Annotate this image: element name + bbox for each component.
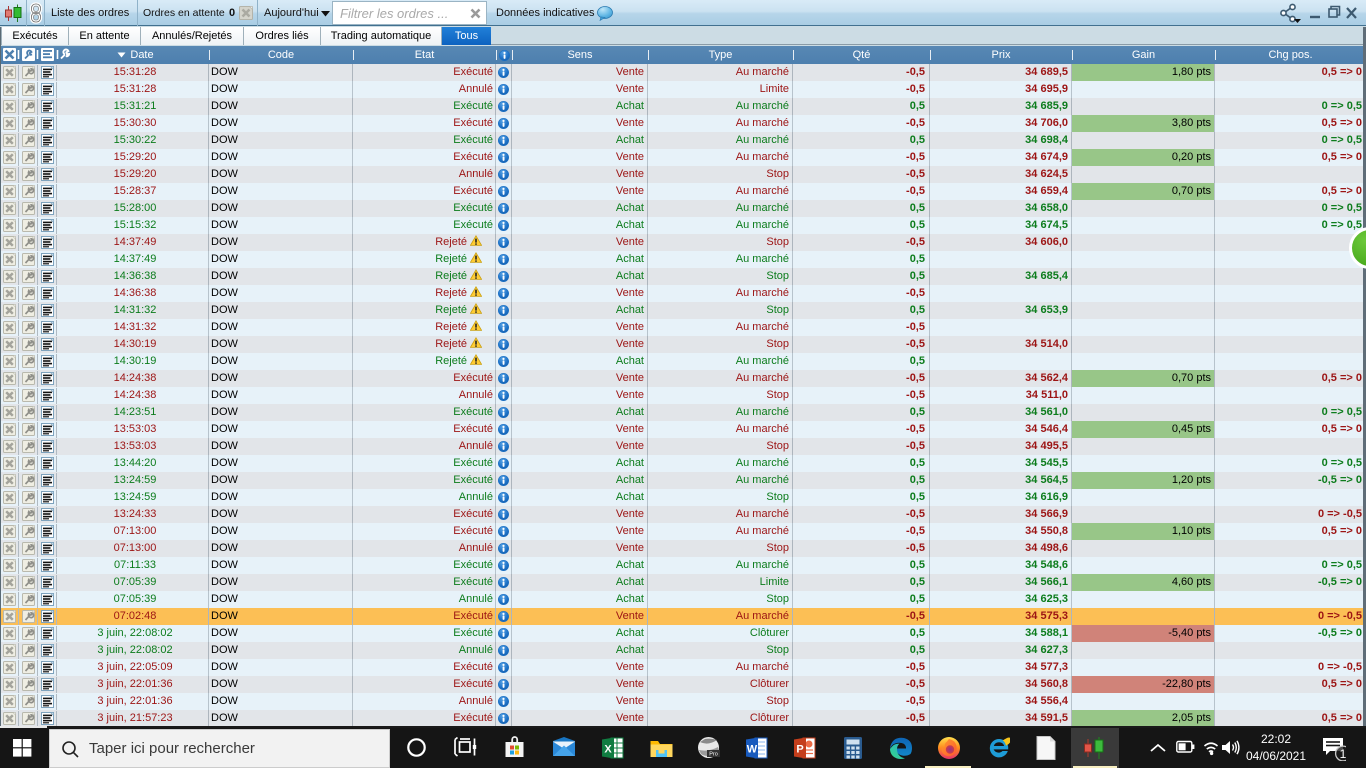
svg-text:X: X	[604, 744, 612, 756]
svg-text:W: W	[747, 744, 758, 756]
svg-text:1: 1	[1340, 747, 1346, 761]
svg-text:Pro: Pro	[709, 752, 718, 758]
svg-text:P: P	[796, 744, 803, 756]
